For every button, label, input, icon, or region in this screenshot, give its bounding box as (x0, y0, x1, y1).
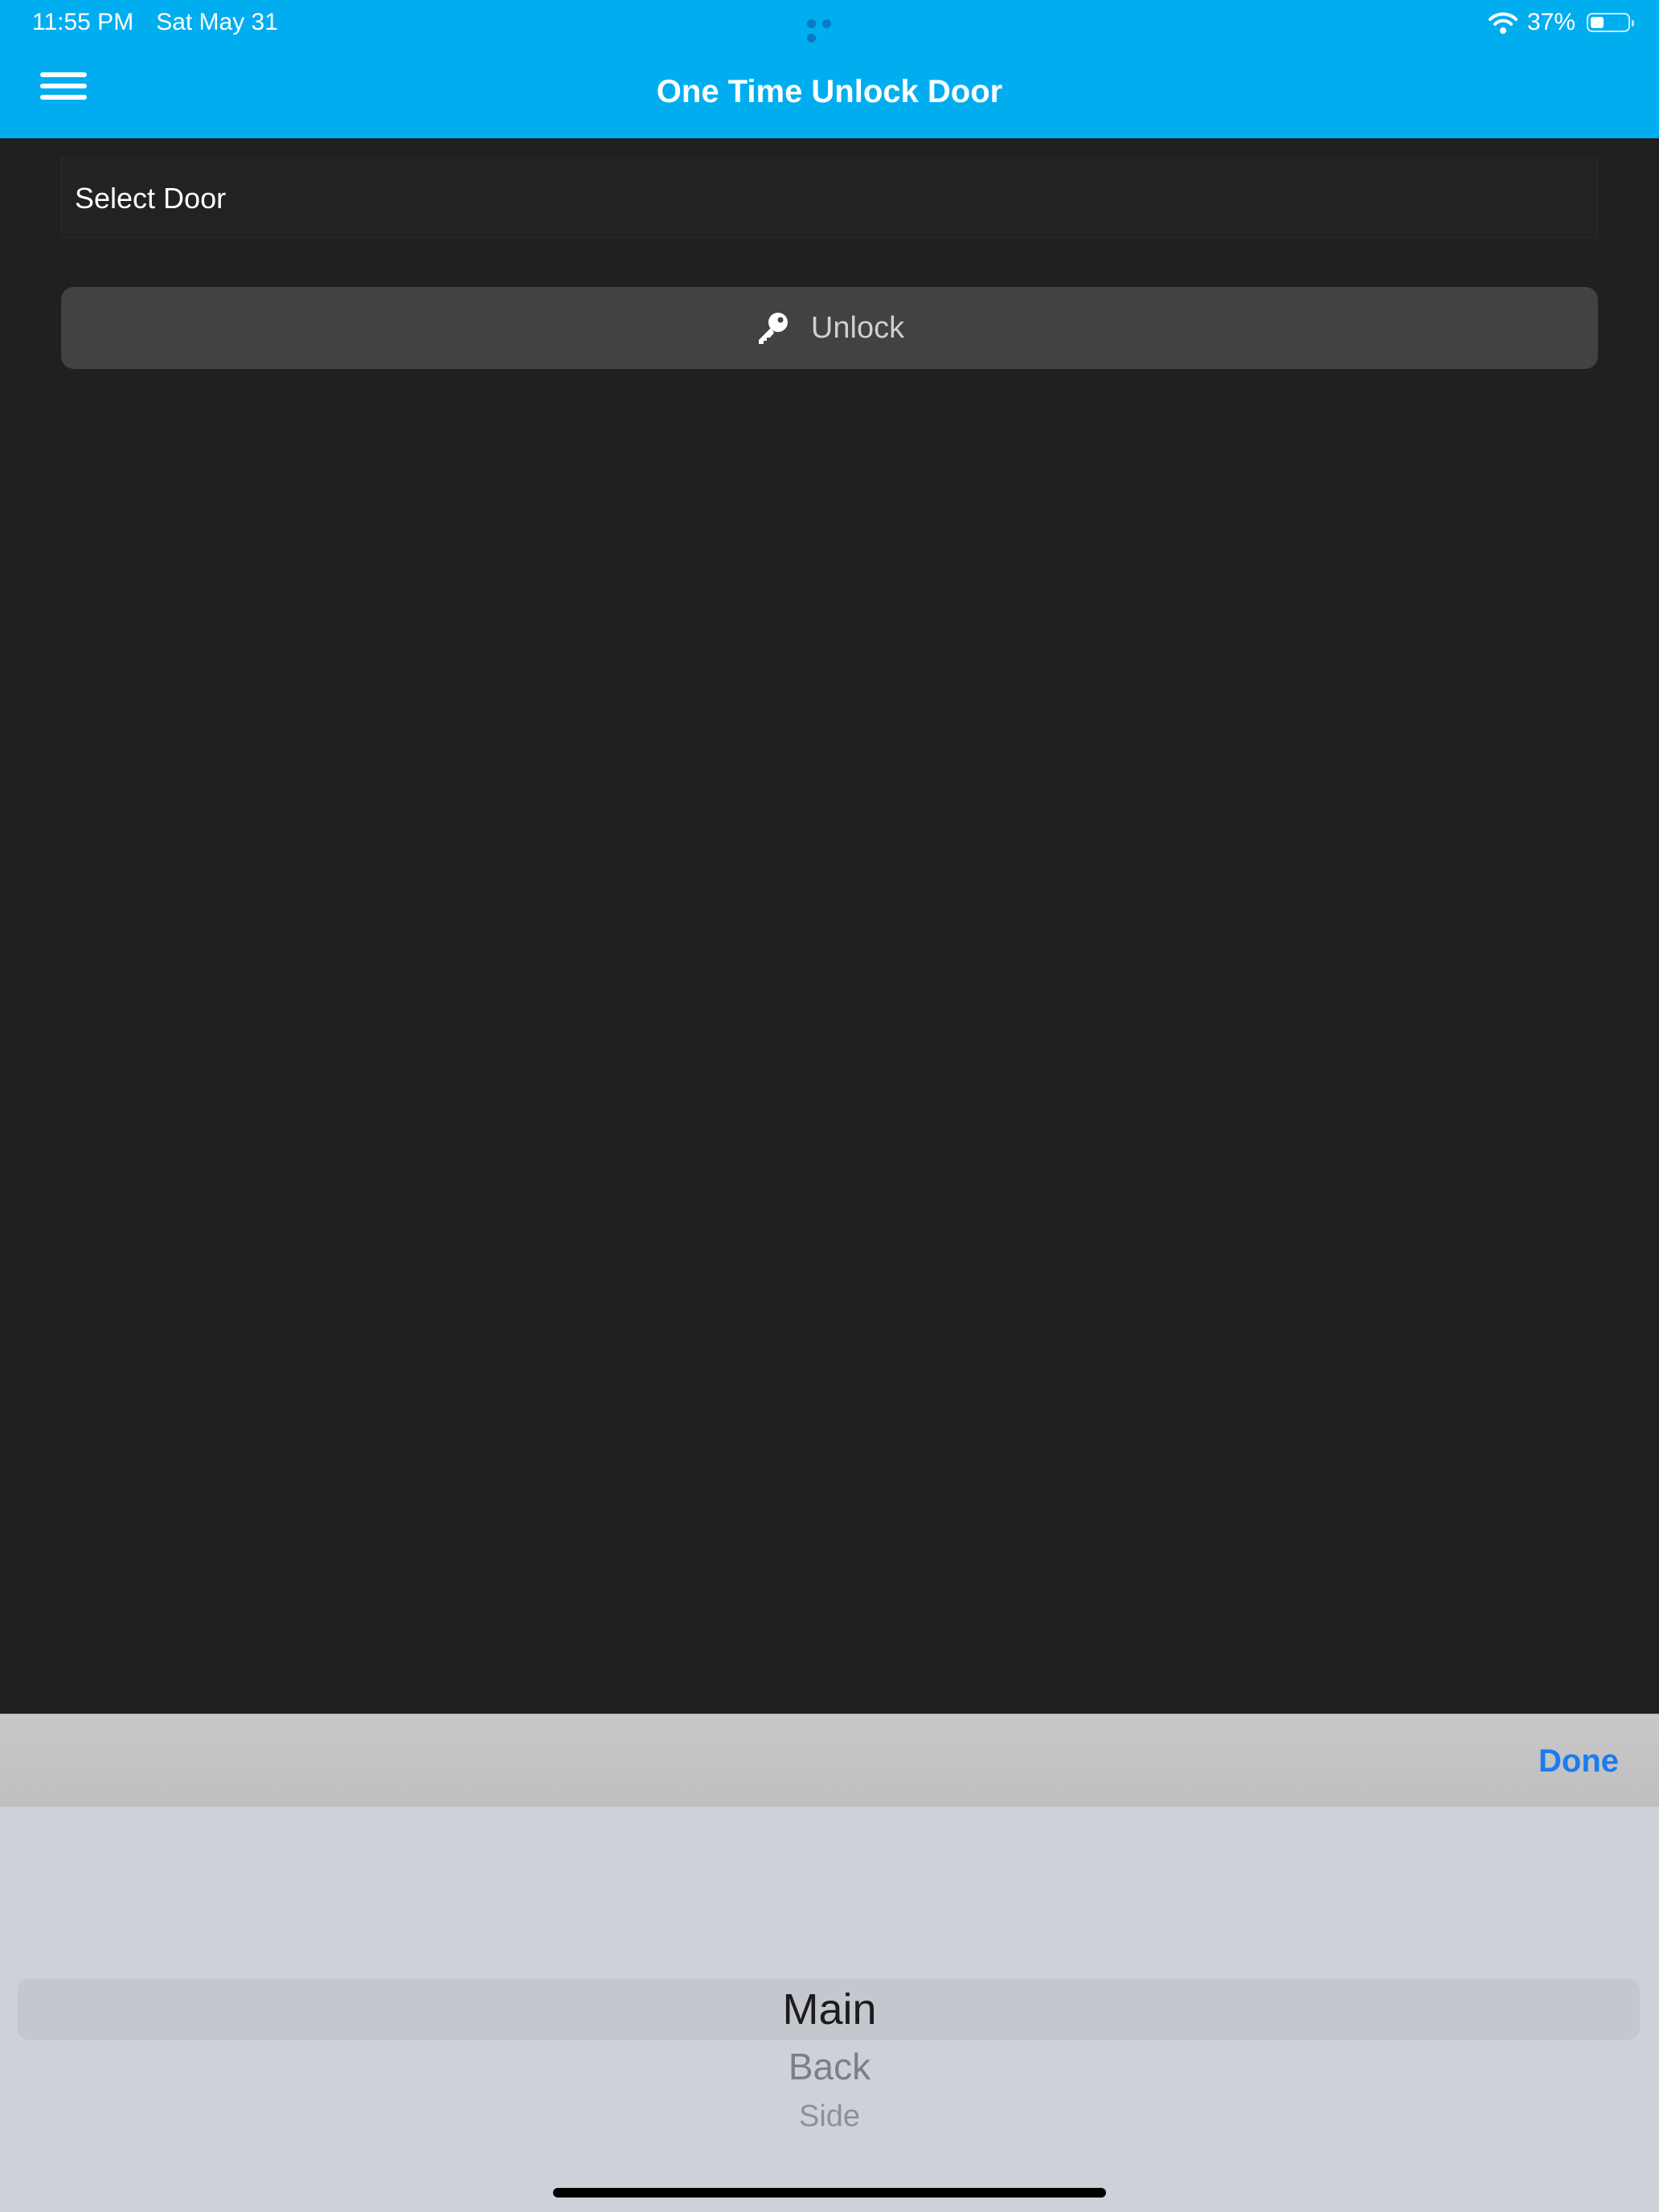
picker-toolbar: Done (0, 1714, 1659, 1807)
home-indicator (553, 2188, 1106, 2198)
picker-option-main[interactable]: Main (0, 1982, 1659, 2037)
status-time: 11:55 PM (32, 9, 134, 35)
battery-icon (1587, 13, 1634, 32)
battery-percentage: 37% (1526, 9, 1575, 35)
wifi-icon (1488, 12, 1518, 34)
select-door-field[interactable]: Select Door (61, 158, 1598, 238)
done-button[interactable]: Done (1538, 1739, 1619, 1784)
picker-option-side[interactable]: Side (0, 2096, 1659, 2136)
battery-level-fill (1591, 17, 1604, 28)
unlock-button[interactable]: Unlock (61, 287, 1598, 369)
status-date: Sat May 31 (156, 9, 278, 35)
status-bar-clock: 11:55 PM Sat May 31 (32, 6, 301, 39)
key-icon (758, 313, 788, 344)
page-title: One Time Unlock Door (656, 74, 1003, 109)
more-dots-icon[interactable] (807, 18, 852, 43)
status-bar-right: 37% (1487, 6, 1634, 39)
picker-option-back[interactable]: Back (0, 2043, 1659, 2090)
unlock-button-label: Unlock (810, 310, 905, 345)
door-picker-wheel[interactable]: Main Back Side (0, 1807, 1659, 2212)
app-header: 11:55 PM Sat May 31 37% One Time Unlock D… (0, 0, 1659, 138)
